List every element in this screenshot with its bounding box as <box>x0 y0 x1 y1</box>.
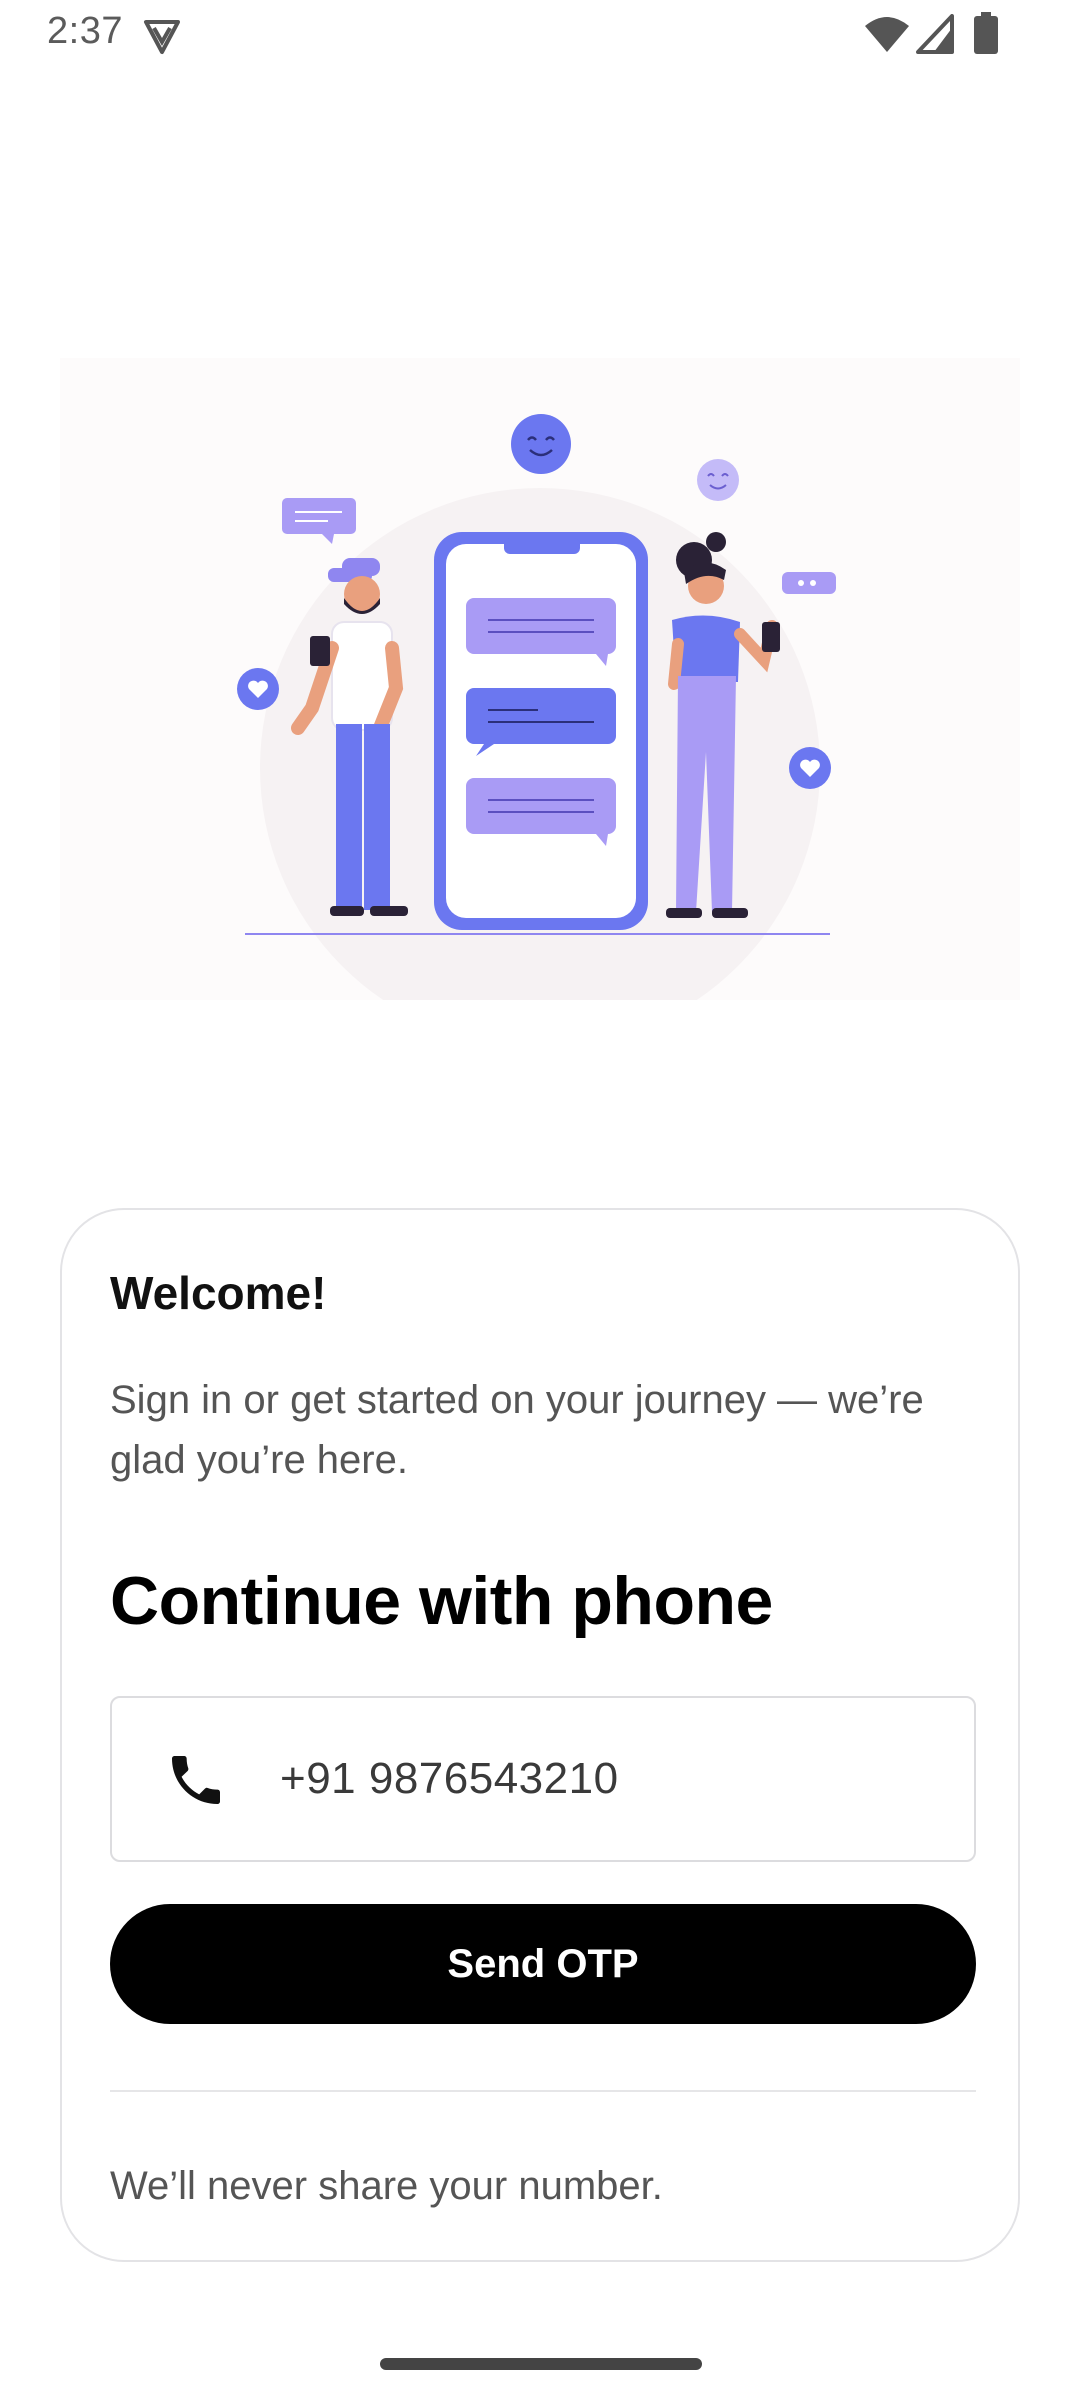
battery-icon <box>974 12 998 54</box>
phone-input-value[interactable]: +91 9876543210 <box>280 1754 619 1804</box>
phone-number-field[interactable]: +91 9876543210 <box>110 1696 976 1862</box>
chat-illustration <box>60 358 1020 1000</box>
heart-bubble-left <box>237 668 279 710</box>
divider <box>110 2090 976 2092</box>
sign-in-card: Welcome! Sign in or get started on your … <box>60 1208 1020 2262</box>
phone-illustration <box>434 532 648 930</box>
status-bar: 2:37 <box>0 0 1080 72</box>
wifi-icon <box>865 17 909 52</box>
home-indicator[interactable] <box>380 2358 702 2370</box>
vpn-icon <box>144 20 180 54</box>
privacy-note: We’ll never share your number. <box>110 2164 663 2208</box>
smile-emoji-small <box>697 459 739 501</box>
send-otp-button[interactable]: Send OTP <box>110 1904 976 2024</box>
heart-bubble-right <box>789 747 831 789</box>
page-title: Continue with phone <box>110 1563 773 1639</box>
welcome-title: Welcome! <box>110 1267 327 1319</box>
typing-bubble-right <box>782 572 836 594</box>
signal-icon <box>916 14 954 54</box>
welcome-subtitle: Sign in or get started on your journey —… <box>110 1378 924 1482</box>
smile-emoji-large <box>511 414 571 474</box>
phone-icon <box>172 1756 220 1804</box>
status-time: 2:37 <box>47 10 123 52</box>
